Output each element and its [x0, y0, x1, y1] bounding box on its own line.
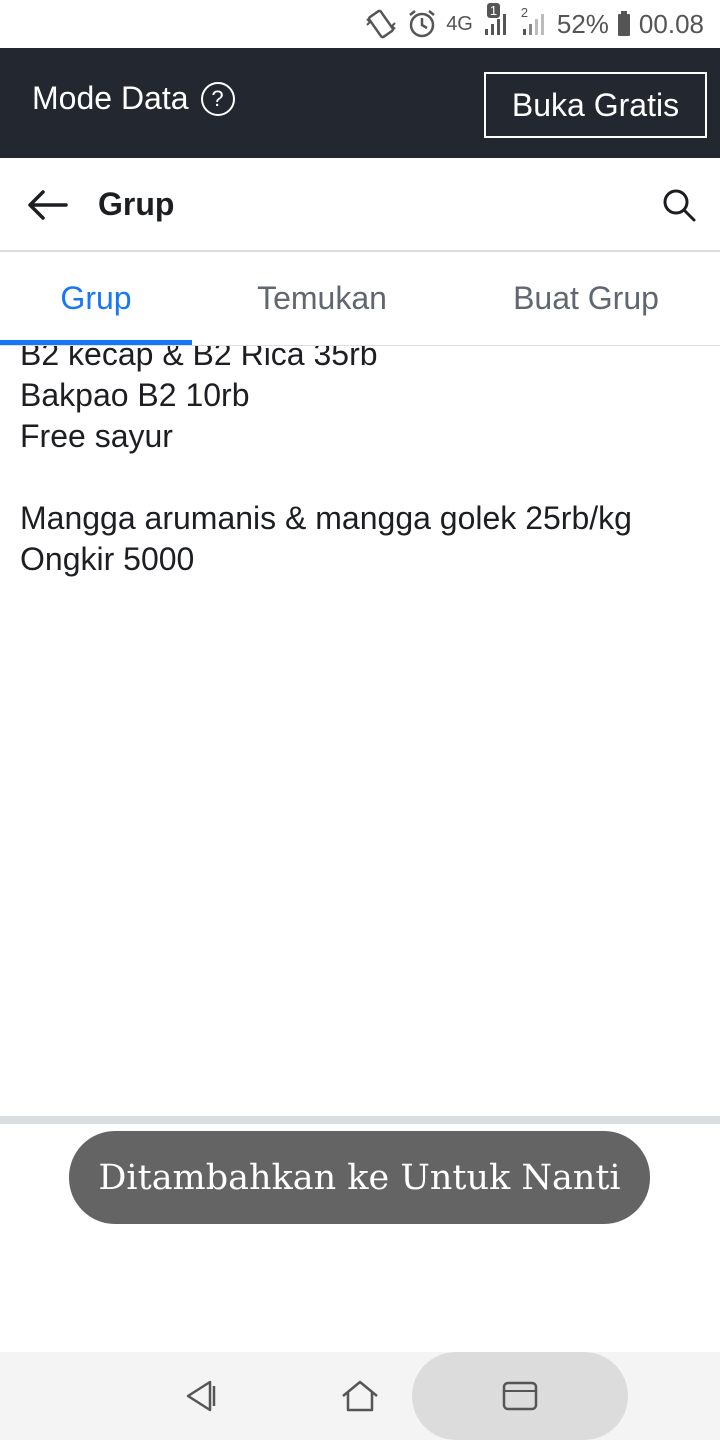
open-free-button[interactable]: Buka Gratis: [484, 72, 707, 138]
back-arrow-icon: [28, 190, 68, 220]
data-mode-title: Mode Data ?: [32, 80, 235, 117]
post-body: B2 kecap & B2 Rica 35rb Bakpao B2 10rb F…: [20, 346, 632, 580]
help-icon[interactable]: ?: [200, 81, 235, 116]
alarm-icon: [406, 8, 438, 40]
tab-buat-grup[interactable]: Buat Grup: [452, 252, 720, 344]
battery-icon: [617, 11, 631, 37]
search-icon: [663, 189, 696, 222]
post-line: Mangga arumanis & mangga golek 25rb/kg: [20, 500, 632, 536]
signal-sim2-icon: 2: [519, 5, 549, 39]
data-mode-bar: Mode Data ? Buka Gratis: [0, 48, 720, 158]
nav-home-icon: [342, 1380, 378, 1412]
network-type-label: 4G: [446, 12, 473, 35]
status-bar: 4G 1 2 52% 00.08: [0, 0, 720, 48]
post-line-blank: [20, 457, 632, 498]
nav-back-icon: [186, 1380, 216, 1412]
sim2-badge: 2: [520, 5, 529, 20]
sim1-badge: 1: [486, 3, 501, 18]
vibrate-icon: [364, 9, 398, 39]
battery-percent: 52%: [556, 8, 609, 39]
data-mode-label: Mode Data: [32, 80, 189, 116]
nav-recents-icon: [502, 1381, 538, 1411]
back-button[interactable]: [22, 180, 72, 230]
clock: 00.08: [638, 8, 704, 39]
tab-bar: Grup Temukan Buat Grup: [0, 252, 720, 346]
nav-recents-button[interactable]: [480, 1352, 560, 1440]
status-icons: 4G 1 2 52% 00.08: [364, 3, 704, 42]
active-tab-indicator: [0, 340, 192, 345]
tab-temukan[interactable]: Temukan: [192, 252, 452, 344]
search-button[interactable]: [656, 182, 702, 228]
page-title: Grup: [98, 186, 175, 222]
nav-home-button[interactable]: [320, 1352, 400, 1440]
section-divider: [0, 1116, 720, 1124]
tab-grup[interactable]: Grup: [0, 252, 192, 344]
post-line: Free sayur: [20, 418, 173, 454]
post-line: Ongkir 5000: [20, 541, 195, 577]
feed-content[interactable]: B2 kecap & B2 Rica 35rb Bakpao B2 10rb F…: [0, 346, 720, 1114]
signal-sim1-icon: 1: [481, 3, 511, 39]
post-line: B2 kecap & B2 Rica 35rb: [20, 346, 378, 372]
nav-back-button[interactable]: [160, 1352, 240, 1440]
app-header: Grup: [0, 158, 720, 252]
toast-message: Ditambahkan ke Untuk Nanti: [69, 1131, 650, 1224]
post-line: Bakpao B2 10rb: [20, 377, 250, 413]
system-nav-bar: [0, 1352, 720, 1440]
